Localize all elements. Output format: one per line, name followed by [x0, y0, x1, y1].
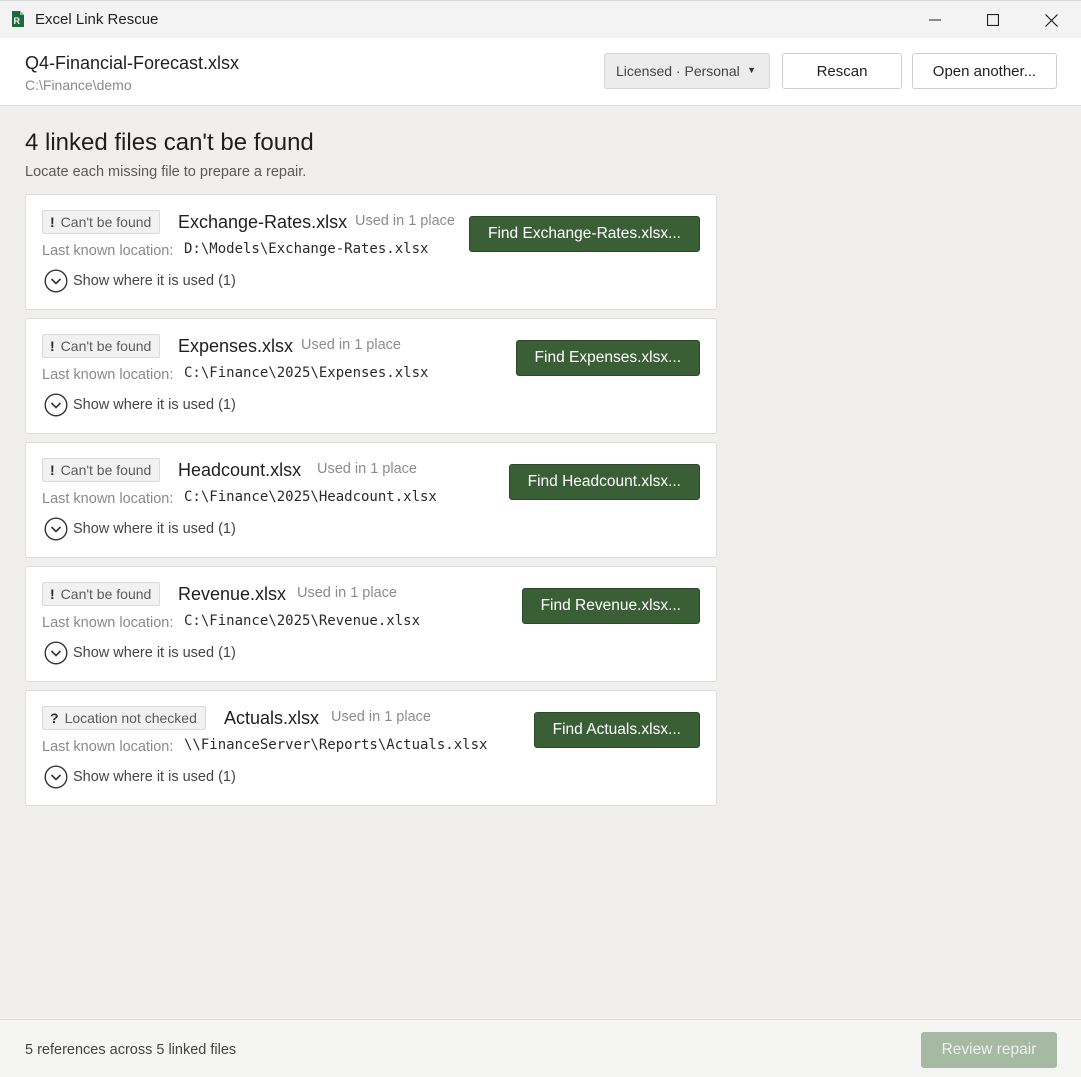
status-badge: ! Can't be found	[42, 210, 161, 234]
exclamation-icon: !	[50, 338, 55, 354]
maximize-button[interactable]	[964, 1, 1022, 39]
link-card: ? Location not checked Actuals.xlsx Used…	[25, 690, 717, 806]
show-usage-label: Show where it is used (1)	[73, 521, 236, 537]
caret-down-icon: ▼	[747, 65, 756, 75]
location-value: C:\Finance\2025\Headcount.xlsx	[184, 489, 437, 505]
find-file-button[interactable]: Find Revenue.xlsx...	[521, 588, 700, 624]
location-label: Last known location:	[42, 615, 174, 631]
question-icon: ?	[50, 710, 59, 726]
chevron-down-circle-icon	[44, 269, 68, 293]
find-file-button[interactable]: Find Expenses.xlsx...	[515, 340, 700, 376]
link-card: ! Can't be found Revenue.xlsx Used in 1 …	[25, 566, 717, 682]
window-title: Excel Link Rescue	[35, 11, 159, 28]
title-bar: R Excel Link Rescue	[0, 0, 1081, 38]
chevron-down-circle-icon	[44, 765, 68, 789]
open-another-button[interactable]: Open another...	[912, 53, 1057, 89]
link-card: ! Can't be found Exchange-Rates.xlsx Use…	[25, 194, 717, 310]
link-card: ! Can't be found Headcount.xlsx Used in …	[25, 442, 717, 558]
status-badge: ! Can't be found	[42, 334, 161, 358]
maximize-icon	[987, 14, 999, 26]
linked-file-name: Expenses.xlsx	[178, 336, 294, 356]
references-summary: 5 references across 5 linked files	[25, 1042, 237, 1058]
workbook-path: C:\Finance\demo	[25, 77, 132, 93]
show-usage-toggle[interactable]: Show where it is used (1)	[44, 641, 236, 665]
location-value: \\FinanceServer\Reports\Actuals.xlsx	[184, 737, 488, 753]
link-card: ! Can't be found Expenses.xlsx Used in 1…	[25, 318, 717, 434]
location-label: Last known location:	[42, 739, 174, 755]
chevron-down-circle-icon	[44, 393, 68, 417]
usage-count: Used in 1 place	[297, 585, 397, 601]
status-badge: ! Can't be found	[42, 458, 161, 482]
status-badge: ? Location not checked	[42, 706, 206, 730]
exclamation-icon: !	[50, 462, 55, 478]
location-label: Last known location:	[42, 491, 174, 507]
show-usage-label: Show where it is used (1)	[73, 273, 236, 289]
usage-count: Used in 1 place	[317, 461, 417, 477]
page-subtitle: Locate each missing file to prepare a re…	[25, 164, 307, 180]
status-label: Can't be found	[60, 462, 152, 478]
location-label: Last known location:	[42, 243, 174, 259]
find-file-button[interactable]: Find Exchange-Rates.xlsx...	[469, 216, 700, 252]
file-header: Q4-Financial-Forecast.xlsx C:\Finance\de…	[0, 38, 1081, 106]
excel-file-icon: R	[12, 11, 24, 27]
footer-bar: 5 references across 5 linked files Revie…	[0, 1019, 1081, 1077]
minimize-icon	[929, 19, 941, 21]
close-button[interactable]	[1022, 1, 1080, 39]
usage-count: Used in 1 place	[301, 337, 401, 353]
status-label: Can't be found	[60, 586, 152, 602]
chevron-down-circle-icon	[44, 641, 68, 665]
status-label: Can't be found	[60, 214, 152, 230]
svg-text:R: R	[14, 16, 21, 26]
review-repair-button[interactable]: Review repair	[921, 1032, 1057, 1068]
workbook-name: Q4-Financial-Forecast.xlsx	[25, 53, 240, 73]
usage-count: Used in 1 place	[331, 709, 431, 725]
show-usage-toggle[interactable]: Show where it is used (1)	[44, 269, 236, 293]
show-usage-label: Show where it is used (1)	[73, 397, 236, 413]
linked-file-name: Headcount.xlsx	[178, 460, 302, 480]
usage-count: Used in 1 place	[355, 213, 455, 229]
location-label: Last known location:	[42, 367, 174, 383]
exclamation-icon: !	[50, 214, 55, 230]
location-value: C:\Finance\2025\Revenue.xlsx	[184, 613, 421, 629]
location-value: C:\Finance\2025\Expenses.xlsx	[184, 365, 429, 381]
linked-file-name: Revenue.xlsx	[178, 584, 287, 604]
rescan-button[interactable]: Rescan	[782, 53, 902, 89]
find-file-button[interactable]: Find Headcount.xlsx...	[508, 464, 700, 500]
exclamation-icon: !	[50, 586, 55, 602]
linked-file-name: Actuals.xlsx	[224, 708, 320, 728]
chevron-down-circle-icon	[44, 517, 68, 541]
page-title: 4 linked files can't be found	[25, 129, 314, 156]
minimize-button[interactable]	[906, 1, 964, 39]
license-label: Licensed · Personal	[616, 63, 740, 79]
linked-file-name: Exchange-Rates.xlsx	[178, 212, 348, 232]
show-usage-toggle[interactable]: Show where it is used (1)	[44, 517, 236, 541]
location-value: D:\Models\Exchange-Rates.xlsx	[184, 241, 429, 257]
status-badge: ! Can't be found	[42, 582, 161, 606]
show-usage-label: Show where it is used (1)	[73, 645, 236, 661]
license-dropdown[interactable]: Licensed · Personal ▼	[604, 53, 770, 89]
show-usage-label: Show where it is used (1)	[73, 769, 236, 785]
show-usage-toggle[interactable]: Show where it is used (1)	[44, 393, 236, 417]
find-file-button[interactable]: Find Actuals.xlsx...	[533, 712, 700, 748]
status-label: Location not checked	[64, 710, 197, 726]
show-usage-toggle[interactable]: Show where it is used (1)	[44, 765, 236, 789]
status-label: Can't be found	[60, 338, 152, 354]
close-icon	[1044, 13, 1058, 27]
